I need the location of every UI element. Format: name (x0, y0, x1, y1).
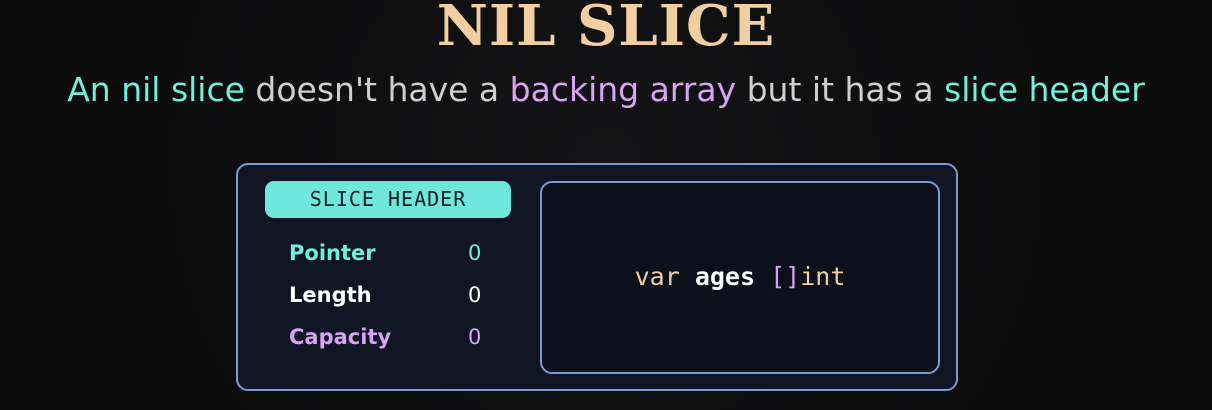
code-brackets: [] (770, 262, 801, 291)
length-label: Length (289, 283, 372, 307)
capacity-label: Capacity (289, 325, 392, 349)
code-type: int (800, 262, 846, 291)
subtitle: An nil slice doesn't have a backing arra… (0, 70, 1212, 110)
length-value: 0 (468, 283, 482, 307)
pointer-label: Pointer (289, 241, 376, 265)
subtitle-text-2: but it has a (736, 70, 945, 109)
subtitle-slice-header: slice header (944, 70, 1145, 109)
subtitle-nil-slice: An nil slice (67, 70, 245, 109)
subtitle-text-1: doesn't have a (244, 70, 510, 109)
code-declaration: var ages []int (540, 262, 940, 292)
page-title: NIL SLICE (436, 0, 776, 59)
subtitle-backing-array: backing array (509, 70, 737, 109)
capacity-value: 0 (468, 325, 482, 349)
code-identifier: ages (694, 262, 756, 291)
slice-header-label: SLICE HEADER (265, 181, 511, 218)
code-keyword: var (634, 262, 680, 291)
pointer-value: 0 (468, 241, 482, 265)
